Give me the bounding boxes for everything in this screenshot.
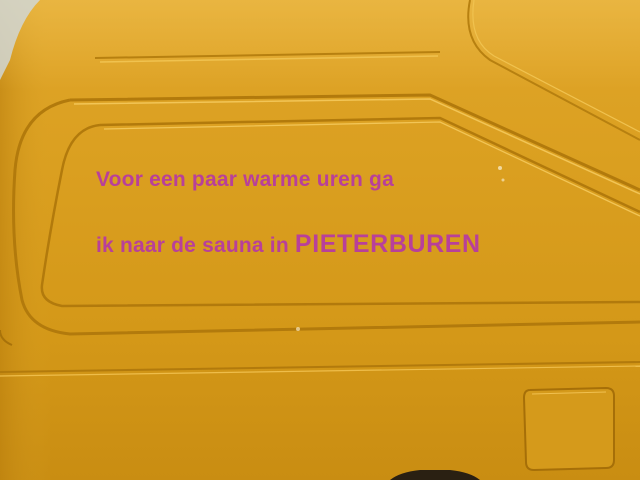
- van-side-panel: Voor een paar warme uren ga ik naar de s…: [0, 0, 640, 480]
- decal-line-1: Voor een paar warme uren ga: [96, 168, 394, 191]
- decal-place-name: PIETERBUREN: [294, 230, 481, 258]
- decal-line-2-prefix: ik naar de sauna in: [96, 234, 289, 257]
- fuel-cap: [522, 386, 615, 472]
- decal-line-2: ik naar de sauna in PIETERBUREN: [96, 230, 481, 259]
